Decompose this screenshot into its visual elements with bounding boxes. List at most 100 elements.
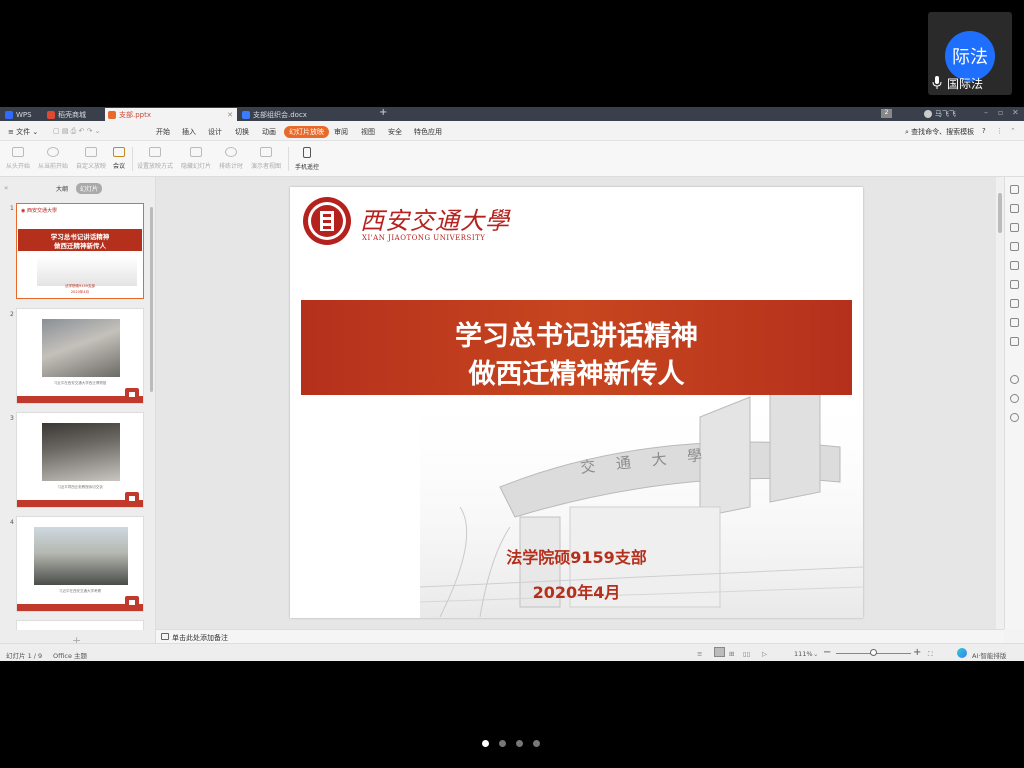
- page-dot-2[interactable]: [499, 740, 506, 747]
- style-icon[interactable]: [1010, 204, 1019, 213]
- menu-design[interactable]: 设计: [208, 127, 222, 137]
- storage-icon[interactable]: [1010, 299, 1019, 308]
- menu-features[interactable]: 特色应用: [414, 127, 442, 137]
- play-from-current-button[interactable]: 从当前开始: [38, 147, 68, 170]
- thumb-photo: [42, 319, 120, 377]
- help-circle-icon[interactable]: [1010, 413, 1019, 422]
- ribbon-toolbar: 从头开始 从当前开始 自定义放映 会议 设置放映方式 隐藏幻灯片 排练计时 演示…: [0, 141, 1024, 177]
- slide-thumbnail-1[interactable]: ◉ 西安交通大學 学习总书记讲话精神 做西迁精神新传人 法学院硕9159支部 2…: [16, 203, 144, 299]
- setup-show-button[interactable]: 设置放映方式: [137, 147, 173, 170]
- maximize-icon[interactable]: ▫: [998, 108, 1003, 117]
- current-slide[interactable]: 交 通 大 學 西安交通大學 XI'AN JIAOTONG UNIVERSITY…: [290, 187, 863, 618]
- adjust-icon[interactable]: [1010, 242, 1019, 251]
- select-icon[interactable]: [1010, 185, 1019, 194]
- panel-scrollbar[interactable]: [150, 207, 153, 392]
- slide-title-line-2: 做西迁精神新传人: [468, 359, 685, 390]
- hide-slide-icon: [190, 147, 202, 157]
- history-icon[interactable]: [1010, 394, 1019, 403]
- setup-icon: [149, 147, 161, 157]
- more-icon[interactable]: ⋮: [996, 127, 1003, 135]
- menu-home[interactable]: 开始: [156, 127, 170, 137]
- tab-slides[interactable]: 幻灯片: [76, 183, 103, 194]
- hide-slide-button[interactable]: 隐藏幻灯片: [181, 147, 211, 170]
- slide-title-line-1: 学习总书记讲话精神: [455, 321, 698, 352]
- ribbon-label: 会议: [113, 163, 126, 170]
- tab-outline[interactable]: 大纲: [52, 183, 72, 194]
- menu-animation[interactable]: 动画: [262, 127, 276, 137]
- page-dot-4[interactable]: [533, 740, 540, 747]
- star-icon[interactable]: [1010, 280, 1019, 289]
- menu-insert[interactable]: 插入: [182, 127, 196, 137]
- ai-layout-button[interactable]: AI·智能排版: [972, 650, 1006, 660]
- page-dot-3[interactable]: [516, 740, 523, 747]
- tab-docer-store[interactable]: 稻壳商城: [44, 108, 104, 121]
- menu-security[interactable]: 安全: [388, 127, 402, 137]
- tab-docx[interactable]: 支部组织会.docx: [239, 108, 367, 121]
- ai-layout-icon: [957, 648, 967, 658]
- comment-icon: [161, 633, 169, 640]
- tab-pptx[interactable]: 支部.pptx ✕: [105, 108, 237, 121]
- new-tab-button[interactable]: +: [379, 107, 387, 118]
- right-sidebar: [1004, 177, 1024, 629]
- menu-view[interactable]: 视图: [361, 127, 375, 137]
- zoom-slider-handle[interactable]: [869, 649, 877, 656]
- help-icon[interactable]: ?: [982, 127, 986, 135]
- thumb-title-2: 做西迁精神新传人: [54, 242, 106, 250]
- fit-window-icon[interactable]: ⛶: [928, 650, 933, 659]
- custom-show-button[interactable]: 自定义放映: [76, 147, 106, 170]
- meeting-button[interactable]: 会议: [113, 147, 125, 170]
- canvas-scrollbar-thumb[interactable]: [998, 193, 1002, 233]
- page-indicator[interactable]: [482, 740, 542, 750]
- thumb-photo: [42, 423, 120, 481]
- layout-icon[interactable]: [1010, 261, 1019, 270]
- slide-thumbnail-3[interactable]: 习近平同西迁老教授亲切交谈: [16, 412, 144, 508]
- sorter-view-icon[interactable]: ⊞: [729, 650, 734, 658]
- menu-file[interactable]: ≡ 文件 ⌄: [8, 127, 38, 137]
- zoom-in-icon[interactable]: +: [913, 647, 921, 658]
- image-icon[interactable]: [1010, 337, 1019, 346]
- wps-logo-icon: [5, 110, 13, 119]
- home-icon: [125, 388, 139, 399]
- slide-date: 2020年4月: [532, 583, 621, 602]
- notes-pane[interactable]: 单击此处添加备注: [156, 629, 1004, 643]
- thumb-logo: ◉ 西安交通大學: [21, 208, 57, 214]
- normal-view-icon[interactable]: [714, 647, 725, 657]
- meeting-icon: [113, 147, 125, 157]
- rehearse-timing-button[interactable]: 排练计时: [219, 147, 243, 170]
- page-dot-1[interactable]: [482, 740, 489, 747]
- close-tab-icon[interactable]: ✕: [227, 111, 233, 119]
- reading-view-icon[interactable]: ▯▯: [743, 650, 750, 658]
- user-account[interactable]: 马飞飞: [924, 109, 956, 119]
- minimize-icon[interactable]: –: [984, 108, 988, 117]
- notes-toggle-icon[interactable]: ≡: [697, 650, 702, 658]
- window-count-badge[interactable]: 2: [881, 109, 892, 118]
- close-window-icon[interactable]: ✕: [1012, 108, 1019, 117]
- quick-access-icons[interactable]: ▢ ▤ ⎙ ↶ ↷ ⌄: [53, 127, 101, 136]
- slide-thumbnail-2[interactable]: 习近平在西安交通大学西迁博物馆: [16, 308, 144, 404]
- zoom-dropdown-icon[interactable]: ⌄: [813, 650, 818, 658]
- location-icon[interactable]: [1010, 375, 1019, 384]
- slide-thumbnail-4[interactable]: 习近平在西安交通大学考察: [16, 516, 144, 612]
- menu-transitions[interactable]: 切换: [235, 127, 249, 137]
- play-from-start-button[interactable]: 从头开始: [6, 147, 30, 170]
- slide-branch: 法学院硕9159支部: [506, 548, 647, 567]
- menu-review[interactable]: 审阅: [334, 127, 348, 137]
- shape-icon[interactable]: [1010, 223, 1019, 232]
- collapse-ribbon-icon[interactable]: ⌃: [1010, 127, 1016, 135]
- presenter-view-button[interactable]: 演示者视图: [251, 147, 281, 170]
- thumb-sketch: [37, 256, 137, 286]
- thumb-caption: 习近平在西安交通大学西迁博物馆: [53, 381, 107, 385]
- slide-thumbnail-5-partial[interactable]: [16, 620, 144, 630]
- theme-name[interactable]: Office 主题: [53, 650, 87, 660]
- thumb-caption: 习近平在西安交通大学考察: [59, 589, 101, 593]
- phone-remote-button[interactable]: 手机遥控: [295, 147, 319, 171]
- command-search[interactable]: ⌕ 查找命令、搜索模板: [905, 127, 974, 137]
- zoom-out-icon[interactable]: −: [823, 647, 831, 658]
- play-slideshow-icon[interactable]: ▷: [762, 650, 767, 658]
- share-icon[interactable]: [1010, 318, 1019, 327]
- menu-slideshow[interactable]: 幻灯片放映: [284, 126, 329, 138]
- screen-share-stage: 际法 国际法 WPS 稻壳商城 支部.pptx ✕ 支部组织会.docx + 2…: [0, 0, 1024, 768]
- canvas-scrollbar[interactable]: [996, 177, 1004, 629]
- tab-wps[interactable]: WPS: [2, 108, 44, 121]
- zoom-level[interactable]: 111%: [794, 650, 813, 658]
